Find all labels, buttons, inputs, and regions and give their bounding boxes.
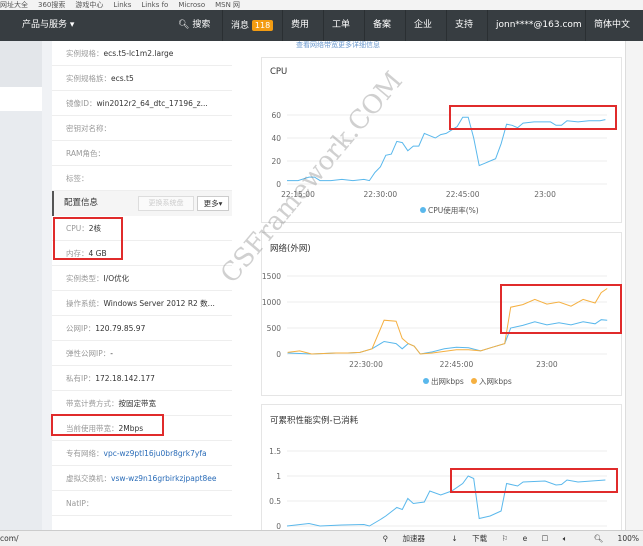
x-tick-label: 22:45:00: [440, 360, 474, 369]
legend-marker: [420, 207, 426, 213]
download-button[interactable]: ↓ 下载: [439, 534, 487, 543]
highlight-box: [53, 217, 123, 260]
status-bar: com/ ⚲ 加速器 ↓ 下载 ⚐ e ☐ 🔈︎ 🔍︎ 100%: [0, 530, 643, 546]
scrollbar[interactable]: [625, 41, 643, 531]
rocket-icon: ⚲: [382, 534, 389, 543]
volume-icon[interactable]: 🔈︎: [563, 534, 568, 543]
legend-label[interactable]: 入网kbps: [479, 377, 512, 386]
highlight-box: [51, 414, 164, 436]
y-tick-label: 1: [276, 472, 281, 481]
status-url: com/: [0, 534, 19, 543]
y-tick-label: 1.5: [269, 447, 281, 456]
window-icon[interactable]: ☐: [542, 534, 549, 543]
y-tick-label: 60: [271, 111, 281, 120]
download-label: 下载: [472, 534, 488, 543]
accelerator-button[interactable]: ⚲ 加速器: [371, 534, 425, 543]
ie-icon[interactable]: e: [523, 534, 528, 543]
zoom-button[interactable]: 🔍︎ 100%: [582, 534, 639, 543]
y-tick-label: 0: [276, 350, 281, 359]
highlight-box: [500, 284, 622, 334]
y-tick-label: 1500: [262, 272, 281, 281]
zoom-label: 100%: [617, 534, 639, 543]
legend-marker: [423, 378, 429, 384]
x-tick-label: 23:00: [536, 360, 558, 369]
legend-label[interactable]: CPU使用率(%): [428, 205, 479, 215]
y-tick-label: 500: [267, 324, 282, 333]
highlight-box: [450, 468, 618, 493]
x-tick-label: 23:00: [534, 190, 556, 199]
y-tick-label: 20: [271, 157, 281, 166]
x-tick-label: 22:45:00: [446, 190, 480, 199]
y-tick-label: 0: [276, 180, 281, 189]
x-tick-label: 22:15:00: [281, 190, 315, 199]
legend-label[interactable]: 出网kbps: [431, 376, 464, 386]
charts-layer: 0 20 40 60 22:15:00 22:30:00 22:45:00 23:00 CPU使…: [262, 111, 608, 531]
legend-marker: [471, 378, 477, 384]
zoom-icon: 🔍︎: [593, 534, 604, 543]
download-icon: ↓: [451, 534, 458, 543]
accelerator-label: 加速器: [402, 534, 426, 543]
x-tick-label: 22:30:00: [349, 360, 383, 369]
flag-icon[interactable]: ⚐: [501, 534, 508, 543]
y-tick-label: 1000: [262, 298, 281, 307]
highlight-box: [449, 105, 617, 130]
x-tick-label: 22:30:00: [364, 190, 398, 199]
y-tick-label: 40: [271, 134, 281, 143]
y-tick-label: 0.5: [269, 497, 281, 506]
